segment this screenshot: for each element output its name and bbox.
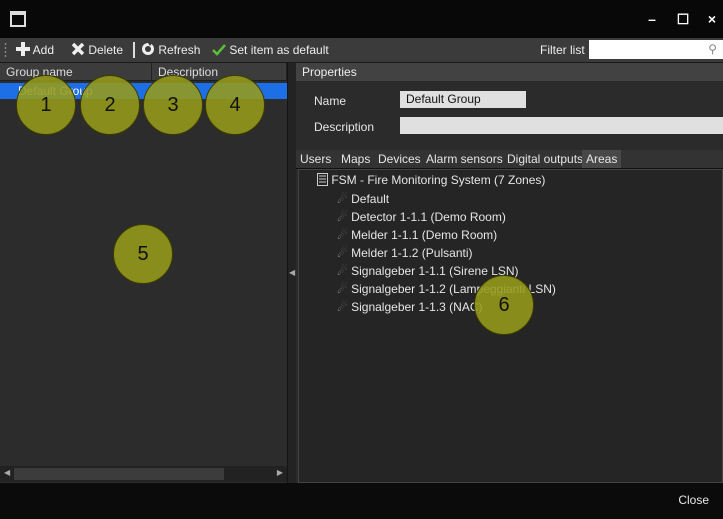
maximize-button[interactable]: ☐ (673, 9, 693, 29)
callout-badge: 1 (16, 75, 76, 135)
name-label: Name (314, 94, 347, 108)
zone-icon: ☄ (337, 210, 348, 224)
tree-item-label: Detector 1-1.1 (Demo Room) (351, 210, 506, 224)
toolbar-separator (133, 42, 135, 58)
tree-item-label: Default (351, 192, 390, 206)
window-icon (10, 11, 26, 27)
delete-label: Delete (88, 43, 124, 57)
close-button[interactable]: Close (678, 493, 709, 507)
callout-badge: 3 (143, 75, 203, 135)
pane-splitter[interactable]: ◀ (288, 63, 296, 483)
properties-panel: Properties Name Default Group Descriptio… (296, 63, 723, 483)
collapse-arrow-icon[interactable]: ◀ (289, 268, 295, 277)
callout-badge: 2 (80, 75, 140, 135)
properties-header: Properties (296, 63, 723, 81)
tree-item[interactable]: ☄ Signalgeber 1-1.1 (Sirene LSN) (337, 264, 519, 278)
description-label: Description (314, 120, 375, 134)
tab-maps[interactable]: Maps (341, 150, 370, 168)
set-default-label: Set item as default (229, 43, 329, 57)
zone-icon: ☄ (337, 300, 348, 314)
refresh-button[interactable]: Refresh (141, 38, 200, 62)
zone-icon: ☄ (337, 264, 348, 278)
refresh-label: Refresh (158, 43, 201, 57)
dialog-footer: Close (0, 483, 723, 519)
refresh-icon (142, 43, 154, 55)
zone-icon: ☄ (337, 246, 348, 260)
tree-item-label: Signalgeber 1-1.3 (NAC) (351, 300, 483, 314)
search-icon: ⚲ (708, 42, 717, 56)
tab-strip: Users Maps Devices Alarm sensors Digital… (296, 150, 723, 169)
tab-users[interactable]: Users (300, 150, 331, 168)
tree-item-label: Melder 1-1.2 (Pulsanti) (351, 246, 473, 260)
set-default-button[interactable]: Set item as default (212, 38, 329, 62)
zone-icon: ☄ (337, 192, 348, 206)
callout-badge: 6 (474, 275, 534, 335)
callout-badge: 4 (205, 75, 265, 135)
filter-label: Filter list (540, 43, 585, 57)
zone-icon: ☄ (337, 282, 348, 296)
tab-digital-outputs[interactable]: Digital outputs (507, 150, 583, 168)
tree-item[interactable]: ☄ Signalgeber 1-1.3 (NAC) (337, 300, 483, 314)
tab-areas[interactable]: Areas (582, 150, 622, 168)
tree-item[interactable]: ☄ Default (337, 192, 389, 206)
add-button[interactable]: Add (16, 38, 54, 62)
tab-devices[interactable]: Devices (378, 150, 421, 168)
title-bar: – ☐ × (0, 0, 723, 38)
x-icon (71, 42, 85, 56)
tree-root[interactable]: FSM - Fire Monitoring System (7 Zones) (317, 173, 545, 187)
checkmark-icon (212, 44, 226, 56)
filter-input[interactable]: ⚲ (589, 40, 723, 59)
tree-root-label: FSM - Fire Monitoring System (7 Zones) (331, 173, 546, 187)
tree-item[interactable]: ☄ Melder 1-1.2 (Pulsanti) (337, 246, 473, 260)
tree-item[interactable]: ☄ Melder 1-1.1 (Demo Room) (337, 228, 497, 242)
toolbar: Add Delete Refresh Set item as default F… (0, 38, 723, 63)
name-field[interactable]: Default Group (400, 91, 526, 108)
close-window-button[interactable]: × (702, 9, 722, 29)
add-label: Add (32, 43, 55, 57)
column-header-group-name[interactable]: Group name (0, 63, 152, 81)
delete-button[interactable]: Delete (71, 38, 123, 62)
callout-badge: 5 (113, 224, 173, 284)
tab-alarm-sensors[interactable]: Alarm sensors (426, 150, 503, 168)
scrollbar-thumb[interactable] (14, 468, 224, 480)
minimize-button[interactable]: – (642, 9, 662, 29)
scroll-left-icon[interactable]: ◀ (4, 468, 10, 477)
horizontal-scrollbar[interactable]: ◀ ▶ (0, 466, 287, 482)
tree-item-label: Melder 1-1.1 (Demo Room) (351, 228, 498, 242)
toolbar-grip[interactable] (4, 42, 7, 58)
zone-icon: ☄ (337, 228, 348, 242)
plus-icon (16, 42, 30, 56)
tree-item[interactable]: ☄ Detector 1-1.1 (Demo Room) (337, 210, 506, 224)
description-field[interactable] (400, 117, 723, 134)
scroll-right-icon[interactable]: ▶ (277, 468, 283, 477)
panel-icon (317, 173, 328, 186)
